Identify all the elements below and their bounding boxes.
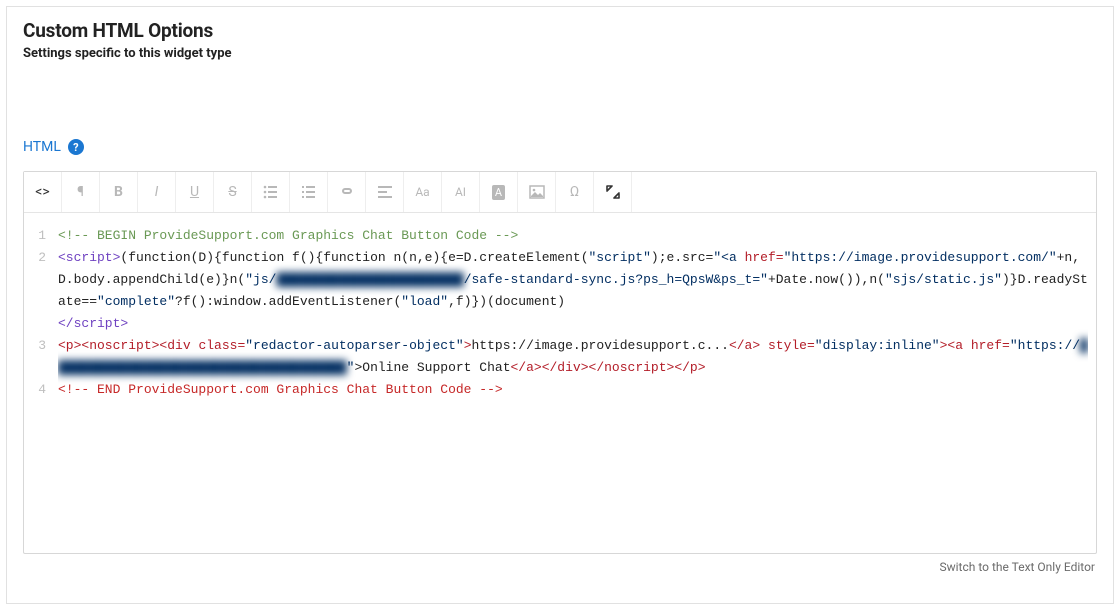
code-tag: <div (159, 338, 198, 353)
code-text: (function(D){function f(){function n(n,e… (120, 250, 588, 265)
line-number: 2 (30, 247, 46, 313)
line-number (30, 313, 46, 335)
italic-button[interactable]: I (138, 172, 176, 212)
link-button[interactable] (328, 172, 366, 212)
editor-toolbar: <> ¶ B I U S Aa AI A Ω (24, 172, 1096, 213)
underline-button[interactable]: U (176, 172, 214, 212)
underline-icon: U (190, 184, 199, 200)
strike-icon: S (228, 184, 236, 200)
image-icon (529, 184, 545, 200)
code-comment: <!-- BEGIN ProvideSupport.com Graphics C… (58, 228, 518, 243)
custom-html-options-panel: Custom HTML Options Settings specific to… (6, 6, 1114, 604)
code-tag: </a></div></noscript></p> (511, 360, 706, 375)
code-tag: <script> (58, 250, 120, 265)
code-string: "redactor-autoparser-object" (245, 338, 463, 353)
code-text: );e.src= (651, 250, 713, 265)
code-tag: <p> (58, 338, 81, 353)
line-numbers-gutter: 1 2 3 4 (24, 225, 58, 541)
code-string: "js/ (245, 272, 276, 287)
code-text: >Online Support Chat (354, 360, 510, 375)
html-section-label: HTML ? (23, 139, 1097, 155)
switch-text-editor-label: Switch to the Text Only Editor (940, 560, 1096, 574)
code-text: +Date.now()),n( (768, 272, 885, 287)
code-text: ?f():window.addEventListener( (175, 294, 401, 309)
textcolor-button[interactable]: A (480, 172, 518, 212)
unordered-list-button[interactable] (252, 172, 290, 212)
specialchar-button[interactable]: Ω (556, 172, 594, 212)
align-icon (377, 184, 393, 200)
code-line: <script>(function(D){function f(){functi… (58, 247, 1088, 313)
fontsize-icon: Aa (415, 185, 429, 199)
code-line: <p><noscript><div class="redactor-autopa… (58, 335, 1088, 379)
code-text: ,f)})(document) (448, 294, 565, 309)
strike-button[interactable]: S (214, 172, 252, 212)
code-text: https://image.providesupport.c... (472, 338, 729, 353)
code-icon: <> (35, 184, 49, 200)
help-icon[interactable]: ? (68, 139, 84, 155)
code-line: <!-- BEGIN ProvideSupport.com Graphics C… (58, 225, 1088, 247)
html-editor: <> ¶ B I U S Aa AI A Ω (23, 171, 1097, 554)
html-label-text: HTML (23, 139, 61, 155)
paragraph-icon: ¶ (77, 184, 84, 200)
link-icon (339, 184, 355, 200)
fullscreen-icon (605, 184, 621, 200)
code-line: </script> (58, 313, 1088, 335)
code-tag: ><a (940, 338, 963, 353)
ol-icon (301, 184, 317, 200)
bold-button[interactable]: B (100, 172, 138, 212)
code-lines: <!-- BEGIN ProvideSupport.com Graphics C… (58, 225, 1088, 541)
code-tag: </script> (58, 316, 128, 331)
code-attr: style= (760, 338, 815, 353)
bold-icon: B (114, 184, 123, 200)
code-tag: </a> (729, 338, 760, 353)
code-string: "display:inline" (815, 338, 940, 353)
line-number: 1 (30, 225, 46, 247)
code-editor-textarea[interactable]: 1 2 3 4 <!-- BEGIN ProvideSupport.com Gr… (24, 213, 1096, 553)
ordered-list-button[interactable] (290, 172, 328, 212)
image-button[interactable] (518, 172, 556, 212)
fullscreen-button[interactable] (594, 172, 632, 212)
line-number: 3 (30, 335, 46, 379)
align-button[interactable] (366, 172, 404, 212)
code-string: /safe-standard-sync.js?ps_h=QpsW&ps_t=" (464, 272, 768, 287)
page-subtitle: Settings specific to this widget type (23, 46, 1097, 61)
textcolor-icon: A (492, 185, 505, 200)
lineheight-button[interactable]: AI (442, 172, 480, 212)
blurred-text: ████████████████████████ (276, 272, 463, 287)
code-string: "<a (713, 250, 736, 265)
code-string: "https://image.providesupport.com/" (784, 250, 1057, 265)
lineheight-icon: AI (455, 185, 466, 199)
code-view-button[interactable]: <> (24, 172, 62, 212)
code-tag: > (464, 338, 472, 353)
code-string: "sjs/static.js" (885, 272, 1002, 287)
paragraph-button[interactable]: ¶ (62, 172, 100, 212)
ul-icon (263, 184, 279, 200)
code-string: "script" (589, 250, 651, 265)
code-attr: href= (971, 338, 1010, 353)
code-string: "complete" (97, 294, 175, 309)
code-tag: <noscript> (81, 338, 159, 353)
code-line: <!-- END ProvideSupport.com Graphics Cha… (58, 379, 1088, 401)
line-number: 4 (30, 379, 46, 401)
code-string: "load" (401, 294, 448, 309)
page-title: Custom HTML Options (23, 19, 1097, 42)
code-string: "https:// (1010, 338, 1080, 353)
code-attr: class= (198, 338, 245, 353)
omega-icon: Ω (570, 184, 579, 200)
code-comment: <!-- END ProvideSupport.com Graphics Cha… (58, 382, 503, 397)
italic-icon: I (155, 184, 159, 200)
code-attr: href= (745, 250, 784, 265)
fontsize-button[interactable]: Aa (404, 172, 442, 212)
switch-text-editor-link[interactable]: Switch to the Text Only Editor (23, 554, 1097, 574)
